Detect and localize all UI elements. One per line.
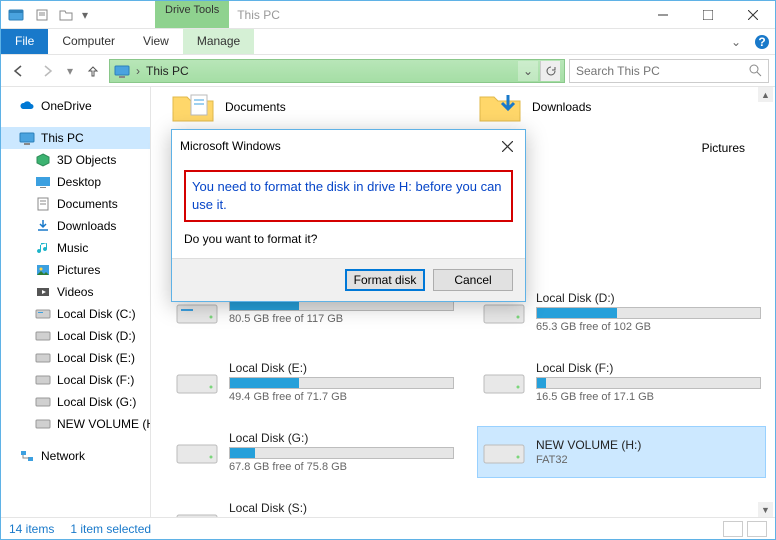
disk-icon (175, 367, 219, 397)
tree-disk-e[interactable]: Local Disk (E:) (1, 347, 150, 369)
status-item-count: 14 items (9, 522, 54, 536)
status-bar: 14 items 1 item selected (1, 517, 775, 539)
title-bar: ▾ Drive Tools This PC (1, 1, 775, 29)
videos-icon (35, 284, 51, 300)
breadcrumb-chevron[interactable]: › (136, 64, 140, 78)
disk-icon (35, 372, 51, 388)
cube-icon (35, 152, 51, 168)
recent-dropdown[interactable]: ▾ (63, 59, 77, 83)
disk-icon (35, 306, 51, 322)
address-location[interactable]: This PC (146, 64, 189, 78)
help-button[interactable]: ? (749, 29, 775, 54)
tree-disk-d[interactable]: Local Disk (D:) (1, 325, 150, 347)
nav-bar: ▾ › This PC ⌄ (1, 55, 775, 87)
tree-videos[interactable]: Videos (1, 281, 150, 303)
tree-thispc[interactable]: This PC (1, 127, 150, 149)
cancel-button[interactable]: Cancel (433, 269, 513, 291)
search-icon[interactable] (749, 64, 762, 77)
address-dropdown[interactable]: ⌄ (518, 61, 538, 81)
tree-documents[interactable]: Documents (1, 193, 150, 215)
thispc-icon (114, 63, 130, 79)
downloads-icon (35, 218, 51, 234)
disk-icon (35, 350, 51, 366)
disk-icon (35, 394, 51, 410)
tree-pictures[interactable]: Pictures (1, 259, 150, 281)
svg-text:?: ? (758, 35, 765, 49)
view-tiles-button[interactable] (747, 521, 767, 537)
disk-icon (482, 437, 526, 467)
back-button[interactable] (7, 59, 31, 83)
qat-properties[interactable] (31, 4, 53, 26)
tree-downloads[interactable]: Downloads (1, 215, 150, 237)
drive-h[interactable]: NEW VOLUME (H:)FAT32 (478, 427, 765, 477)
forward-button[interactable] (35, 59, 59, 83)
close-button[interactable] (730, 1, 775, 29)
folder-icon (478, 89, 522, 125)
ribbon-file[interactable]: File (1, 29, 48, 54)
tree-disk-f[interactable]: Local Disk (F:) (1, 369, 150, 391)
drive-g[interactable]: Local Disk (G:)67.8 GB free of 75.8 GB (171, 427, 458, 477)
tree-network[interactable]: Network (1, 445, 150, 467)
qat-new-folder[interactable] (55, 4, 77, 26)
folder-downloads[interactable]: Downloads (478, 89, 765, 125)
tree-disk-c[interactable]: Local Disk (C:) (1, 303, 150, 325)
format-dialog: Microsoft Windows You need to format the… (171, 129, 526, 302)
up-button[interactable] (81, 59, 105, 83)
desktop-icon (35, 174, 51, 190)
dialog-title: Microsoft Windows (180, 139, 281, 153)
address-bar[interactable]: › This PC ⌄ (109, 59, 565, 83)
documents-icon (35, 196, 51, 212)
minimize-button[interactable] (640, 1, 685, 29)
maximize-button[interactable] (685, 1, 730, 29)
format-disk-button[interactable]: Format disk (345, 269, 425, 291)
dialog-message: You need to format the disk in drive H: … (184, 170, 513, 222)
tree-3dobjects[interactable]: 3D Objects (1, 149, 150, 171)
search-input[interactable] (576, 64, 749, 78)
ribbon-manage[interactable]: Manage (183, 29, 254, 54)
folder-documents[interactable]: Documents (171, 89, 458, 125)
pictures-icon (35, 262, 51, 278)
window-title: This PC (237, 8, 280, 22)
folder-pictures[interactable]: Pictures (702, 141, 745, 155)
tree-desktop[interactable]: Desktop (1, 171, 150, 193)
context-tab-drive-tools[interactable]: Drive Tools (155, 1, 229, 28)
dialog-question: Do you want to format it? (184, 232, 513, 246)
disk-icon (482, 367, 526, 397)
ribbon-expand[interactable]: ⌄ (723, 29, 749, 54)
refresh-button[interactable] (540, 61, 560, 81)
drive-f[interactable]: Local Disk (F:)16.5 GB free of 17.1 GB (478, 357, 765, 407)
network-icon (19, 448, 35, 464)
disk-icon (35, 416, 51, 432)
app-icon (7, 6, 25, 24)
drive-s[interactable]: Local Disk (S:)78.2 GB free of 80.6 GB (171, 497, 458, 517)
ribbon: File Computer View Manage ⌄ ? (1, 29, 775, 55)
tree-new-volume-h[interactable]: NEW VOLUME (H:) (1, 413, 150, 435)
disk-icon (35, 328, 51, 344)
navigation-pane: OneDrive This PC 3D Objects Desktop Docu… (1, 87, 151, 517)
music-icon (35, 240, 51, 256)
tree-music[interactable]: Music (1, 237, 150, 259)
drive-e[interactable]: Local Disk (E:)49.4 GB free of 71.7 GB (171, 357, 458, 407)
qat-dropdown[interactable]: ▾ (79, 4, 91, 26)
disk-icon (175, 437, 219, 467)
view-details-button[interactable] (723, 521, 743, 537)
status-selection: 1 item selected (70, 522, 151, 536)
tree-disk-g[interactable]: Local Disk (G:) (1, 391, 150, 413)
monitor-icon (19, 130, 35, 146)
search-box[interactable] (569, 59, 769, 83)
folder-icon (171, 89, 215, 125)
ribbon-computer[interactable]: Computer (48, 29, 129, 54)
cloud-icon (19, 98, 35, 114)
dialog-close-button[interactable] (497, 136, 517, 156)
ribbon-view[interactable]: View (129, 29, 183, 54)
disk-icon (175, 507, 219, 517)
tree-onedrive[interactable]: OneDrive (1, 95, 150, 117)
